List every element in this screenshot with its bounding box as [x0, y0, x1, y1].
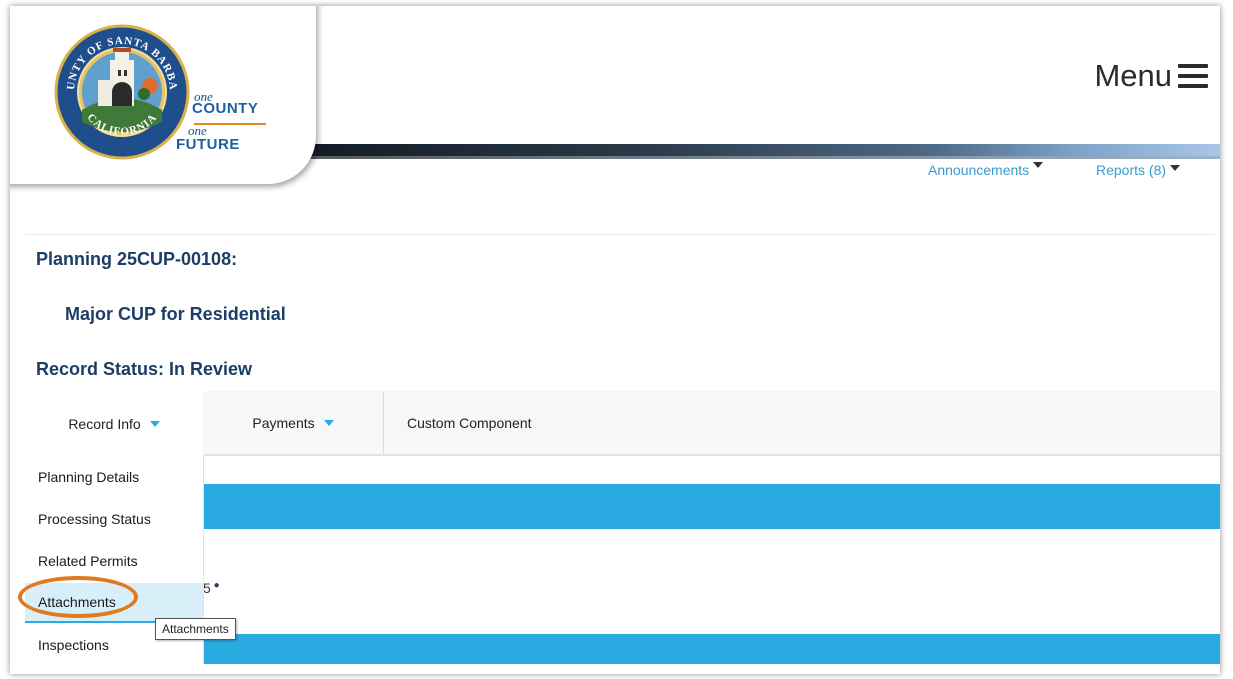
record-title: Planning 25CUP-00108: — [36, 249, 238, 269]
logo-card[interactable]: COUNTY OF SANTA BARBARA CALIFORNIA one C… — [10, 6, 316, 184]
divider — [25, 234, 1215, 235]
tab-record-info-label: Record Info — [68, 416, 141, 432]
app-frame: COUNTY OF SANTA BARBARA CALIFORNIA one C… — [10, 6, 1220, 674]
tab-record-info[interactable]: Record Info — [25, 391, 203, 457]
dropdown-item-label: Inspections — [38, 637, 109, 653]
tagline-future: FUTURE — [176, 136, 240, 153]
tab-payments-label: Payments — [252, 414, 315, 431]
caret-down-icon — [149, 421, 160, 427]
dropdown-item-label: Processing Status — [38, 511, 151, 527]
dropdown-item-label: Related Permits — [38, 553, 138, 569]
tooltip: Attachments — [155, 618, 236, 640]
record-status: Record Status: In Review — [36, 359, 253, 379]
header-banner — [265, 144, 1220, 159]
record-description: Major CUP for Residential — [65, 304, 286, 324]
chevron-down-icon — [1170, 165, 1181, 171]
partial-field-text: 5 ● — [203, 580, 220, 596]
tab-payments[interactable]: Payments — [203, 391, 384, 454]
section-header-bar — [25, 484, 1220, 529]
hamburger-icon — [1178, 64, 1208, 88]
tagline-county: COUNTY — [192, 100, 259, 117]
reports-link[interactable]: Reports (8) — [1096, 162, 1181, 178]
tab-custom-component[interactable]: Custom Component — [397, 391, 532, 454]
county-seal-icon: COUNTY OF SANTA BARBARA CALIFORNIA — [52, 22, 190, 160]
menu-button[interactable]: Menu — [1094, 58, 1208, 94]
partial-text-value: 5 — [203, 580, 211, 596]
announcements-label: Announcements — [928, 162, 1030, 178]
chevron-down-icon — [1033, 162, 1044, 168]
dropdown-item-label: Planning Details — [38, 469, 140, 485]
caret-down-icon — [323, 419, 334, 426]
bullet-icon: ● — [210, 580, 220, 591]
menu-label: Menu — [1094, 58, 1172, 93]
dropdown-item-planning-details[interactable]: Planning Details — [25, 457, 203, 497]
dropdown-item-related-permits[interactable]: Related Permits — [25, 541, 203, 581]
announcements-link[interactable]: Announcements — [928, 162, 1044, 178]
dropdown-item-processing-status[interactable]: Processing Status — [25, 499, 203, 539]
highlight-annotation — [18, 576, 138, 618]
tab-custom-component-label: Custom Component — [407, 414, 532, 431]
reports-label: Reports (8) — [1096, 162, 1167, 178]
record-tabbar: Record Info Payments Custom Component — [25, 391, 1220, 457]
